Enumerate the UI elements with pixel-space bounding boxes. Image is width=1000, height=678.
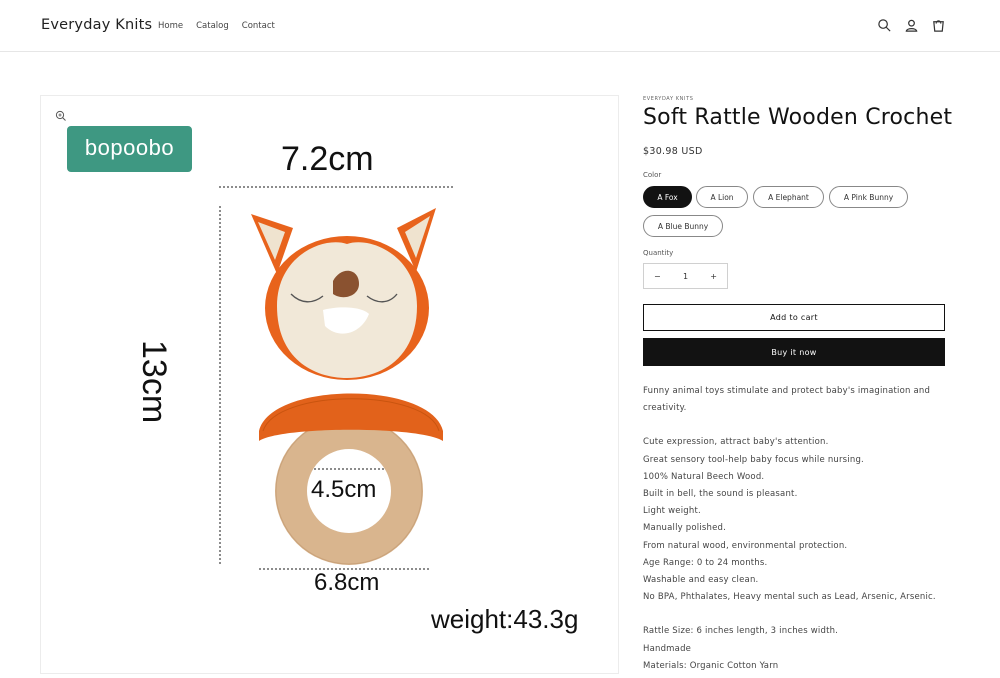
store-logo[interactable]: Everyday Knits <box>41 17 152 33</box>
nav-contact[interactable]: Contact <box>242 21 275 31</box>
color-option-lion[interactable]: A Lion <box>696 186 748 208</box>
color-label: Color <box>643 171 662 179</box>
dimension-height: 13cm <box>135 340 173 424</box>
account-icon[interactable] <box>904 18 919 33</box>
feature-line: Light weight. <box>643 506 701 517</box>
feature-line: 100% Natural Beech Wood. <box>643 471 765 482</box>
feature-line: Built in bell, the sound is pleasant. <box>643 489 798 500</box>
color-option-blue-bunny[interactable]: A Blue Bunny <box>643 215 723 237</box>
product-vendor: EVERYDAY KNITS <box>643 96 694 102</box>
product-price: $30.98 USD <box>643 146 703 157</box>
feature-line: From natural wood, environmental protect… <box>643 540 848 551</box>
site-header: Everyday Knits Home Catalog Contact <box>0 0 1000 52</box>
quantity-label: Quantity <box>643 249 674 257</box>
product-title: Soft Rattle Wooden Crochet <box>643 105 953 130</box>
nav-home[interactable]: Home <box>158 21 183 31</box>
cart-icon[interactable] <box>931 18 946 33</box>
feature-line: Cute expression, attract baby's attentio… <box>643 437 829 448</box>
product-description: Funny animal toys stimulate and protect … <box>643 383 943 675</box>
dimension-ring-width: 6.8cm <box>314 569 380 596</box>
product-image[interactable]: bopoobo 7.2cm 13cm 4.5cm 6.8cm weight:43… <box>40 95 619 674</box>
dimension-inner: 4.5cm <box>311 476 377 503</box>
feature-line: Washable and easy clean. <box>643 575 759 586</box>
header-icons <box>877 18 946 33</box>
quantity-plus-button[interactable]: + <box>710 272 717 281</box>
spec-line: Rattle Size: 6 inches length, 3 inches w… <box>643 626 839 637</box>
feature-line: No BPA, Phthalates, Heavy mental such as… <box>643 592 936 603</box>
search-icon[interactable] <box>877 18 892 33</box>
main-nav: Home Catalog Contact <box>158 21 275 31</box>
quantity-minus-button[interactable]: − <box>654 272 661 281</box>
quantity-value[interactable]: 1 <box>683 272 688 281</box>
description-intro: Funny animal toys stimulate and protect … <box>643 386 931 414</box>
color-option-pink-bunny[interactable]: A Pink Bunny <box>829 186 908 208</box>
dimension-width-top: 7.2cm <box>281 140 374 178</box>
feature-line: Manually polished. <box>643 523 727 534</box>
spec-line: Handmade <box>643 643 692 654</box>
color-option-fox[interactable]: A Fox <box>643 186 692 208</box>
nav-catalog[interactable]: Catalog <box>196 21 229 31</box>
feature-line: Great sensory tool-help baby focus while… <box>643 454 864 465</box>
quantity-stepper: − 1 + <box>643 263 728 289</box>
color-option-elephant[interactable]: A Elephant <box>753 186 824 208</box>
add-to-cart-button[interactable]: Add to cart <box>643 304 945 331</box>
feature-line: Age Range: 0 to 24 months. <box>643 557 768 568</box>
buy-now-button[interactable]: Buy it now <box>643 338 945 366</box>
spec-line: Materials: Organic Cotton Yarn <box>643 660 779 671</box>
dimension-weight: weight:43.3g <box>431 604 579 634</box>
